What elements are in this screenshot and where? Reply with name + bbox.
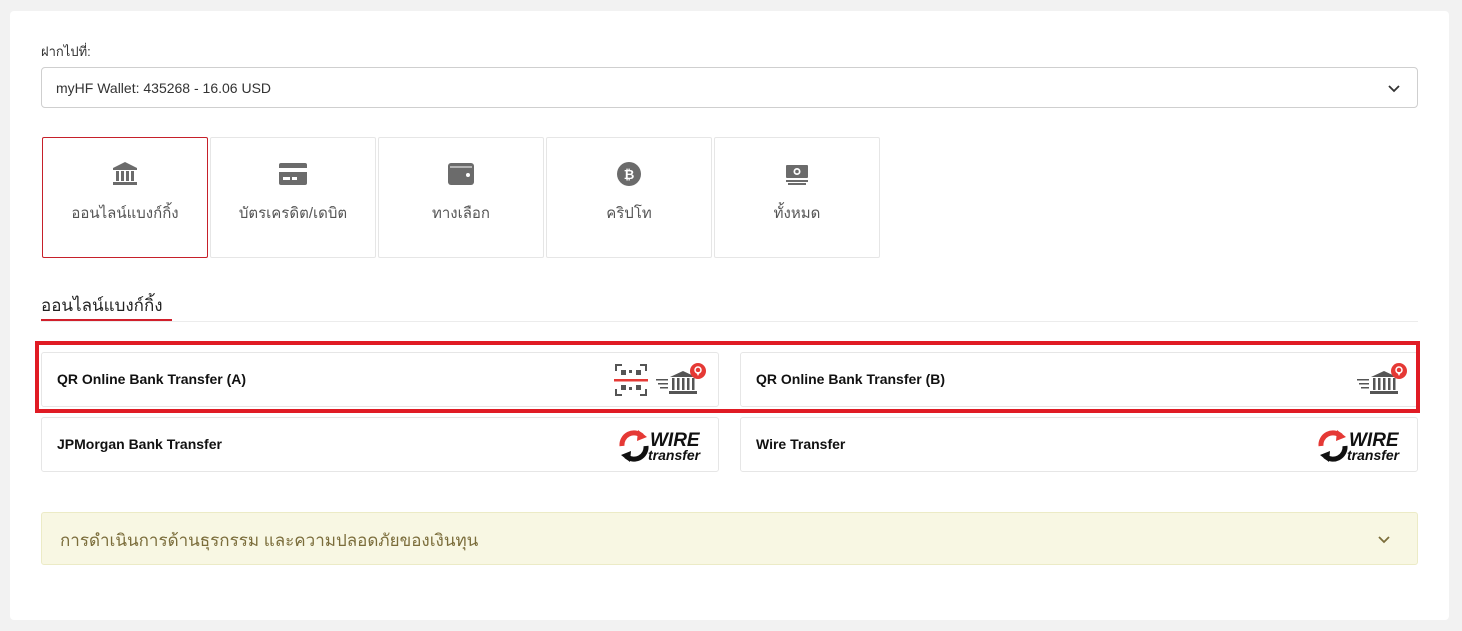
method-tab-all[interactable]: ทั้งหมด xyxy=(714,137,880,258)
wallet-icon xyxy=(448,163,474,185)
method-label: ออนไลน์แบงก์กิ้ง xyxy=(71,205,179,222)
svg-text:transfer: transfer xyxy=(1347,447,1401,463)
section-title-underline xyxy=(41,319,172,321)
wire-transfer-logo: WIRE transfer xyxy=(1318,430,1401,463)
highlight-annotation-box xyxy=(35,341,1420,413)
transaction-safety-accordion[interactable]: การดำเนินการด้านธุรกรรม และความปลอดภัยขอ… xyxy=(41,512,1418,565)
payment-option-name: Wire Transfer xyxy=(756,436,846,452)
payment-option-jpmorgan[interactable]: JPMorgan Bank Transfer WIRE transfer xyxy=(41,417,719,472)
section-divider xyxy=(41,321,1418,322)
bank-icon xyxy=(113,162,137,185)
section-title: ออนไลน์แบงก์กิ้ง xyxy=(41,296,163,315)
method-label: คริปโท xyxy=(606,205,652,222)
payment-option-name: JPMorgan Bank Transfer xyxy=(57,436,222,452)
chevron-down-icon xyxy=(1378,536,1390,544)
method-tab-online-banking[interactable]: ออนไลน์แบงก์กิ้ง xyxy=(42,137,208,258)
method-tab-alternative[interactable]: ทางเลือก xyxy=(378,137,544,258)
bitcoin-icon: ₿ xyxy=(617,162,641,186)
method-tab-credit-debit[interactable]: บัตรเครดิต/เดบิต xyxy=(210,137,376,258)
deposit-to-label: ฝากไปที่: xyxy=(41,44,91,59)
cash-icon xyxy=(786,165,808,185)
svg-text:₿: ₿ xyxy=(624,168,635,183)
method-label: ทางเลือก xyxy=(431,205,491,222)
chevron-down-icon xyxy=(1388,85,1400,93)
wallet-select[interactable]: myHF Wallet: 435268 - 16.06 USD xyxy=(41,67,1418,108)
method-label: บัตรเครดิต/เดบิต xyxy=(238,205,348,222)
method-tab-crypto[interactable]: ₿ คริปโท xyxy=(546,137,712,258)
accordion-title: การดำเนินการด้านธุรกรรม และความปลอดภัยขอ… xyxy=(60,531,479,550)
credit-card-icon xyxy=(279,163,307,185)
payment-option-wire[interactable]: Wire Transfer WIRE transfer xyxy=(740,417,1418,472)
wire-transfer-logo: WIRE transfer xyxy=(619,430,702,463)
method-label: ทั้งหมด xyxy=(773,205,821,222)
svg-text:transfer: transfer xyxy=(648,447,702,463)
wallet-select-value: myHF Wallet: 435268 - 16.06 USD xyxy=(56,80,272,96)
